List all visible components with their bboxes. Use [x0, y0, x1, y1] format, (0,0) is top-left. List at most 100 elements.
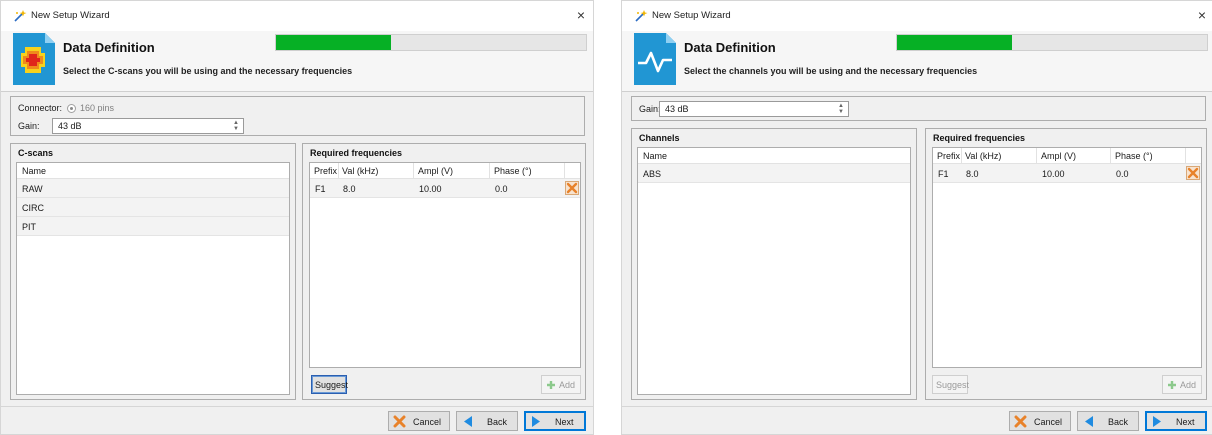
frequencies-panel-title: Required frequencies: [933, 133, 1026, 143]
back-button[interactable]: Back: [456, 411, 518, 431]
back-arrow-icon: [464, 416, 472, 427]
frequencies-table[interactable]: Prefix Val (kHz) Ampl (V) Phase (°) F1 8…: [932, 147, 1202, 368]
settings-group: Connector: 160 pins Gain: 43 dB ▲ ▼: [10, 96, 585, 136]
delete-x-icon: [1187, 167, 1199, 179]
table-header: Prefix Val (kHz) Ampl (V) Phase (°): [310, 163, 580, 179]
next-label: Next: [555, 417, 574, 427]
prefix-cell: F1: [938, 169, 949, 179]
next-button[interactable]: Next: [524, 411, 586, 431]
table-row[interactable]: F1 8.0 10.00 0.0: [933, 164, 1201, 183]
list-header: Name: [638, 148, 910, 164]
frequencies-panel: Required frequencies Prefix Val (kHz) Am…: [925, 128, 1207, 400]
list-item-label: CIRC: [22, 203, 44, 213]
phase-column-header: Phase (°): [494, 166, 532, 176]
wizard-body: Connector: 160 pins Gain: 43 dB ▲ ▼ C-sca…: [1, 92, 593, 406]
spin-arrows-icon[interactable]: ▲ ▼: [233, 120, 239, 132]
wizard-header: Data Definition Select the C-scans you w…: [1, 31, 593, 91]
title-bar: New Setup Wizard ×: [622, 1, 1212, 31]
delete-x-icon: [566, 182, 578, 194]
gain-label: Gain:: [639, 104, 661, 114]
wizard-header: Data Definition Select the channels you …: [622, 31, 1212, 91]
table-header: Prefix Val (kHz) Ampl (V) Phase (°): [933, 148, 1201, 164]
list-item[interactable]: ABS: [638, 164, 910, 183]
close-icon[interactable]: ×: [577, 7, 585, 23]
cancel-x-icon: [1014, 415, 1027, 428]
frequencies-table[interactable]: Prefix Val (kHz) Ampl (V) Phase (°) F1 8…: [309, 162, 581, 368]
ampl-column-header: Ampl (V): [1041, 151, 1077, 161]
list-item[interactable]: RAW: [17, 179, 289, 198]
frequencies-panel-title: Required frequencies: [310, 148, 403, 158]
gain-value: 43 dB: [665, 104, 689, 114]
suggest-label: Suggest: [315, 380, 349, 390]
gain-spinbox[interactable]: 43 dB ▲ ▼: [659, 101, 849, 117]
wizard-progress-bar: [275, 34, 587, 51]
prefix-cell: F1: [315, 184, 326, 194]
channels-panel: Channels Name ABS: [631, 128, 917, 400]
val-cell[interactable]: 8.0: [966, 169, 979, 179]
ampl-cell[interactable]: 10.00: [1042, 169, 1065, 179]
settings-group: Gain: 43 dB ▲ ▼: [631, 96, 1206, 121]
cancel-button[interactable]: Cancel: [1009, 411, 1071, 431]
next-arrow-icon: [532, 416, 540, 427]
list-header: Name: [17, 163, 289, 179]
gain-value: 43 dB: [58, 121, 82, 131]
page-subtitle: Select the channels you will be using an…: [684, 66, 978, 76]
connector-value: 160 pins: [80, 103, 115, 113]
cscan-heatmap-icon: [13, 33, 55, 85]
back-button[interactable]: Back: [1077, 411, 1139, 431]
ampl-column-header: Ampl (V): [418, 166, 454, 176]
phase-cell[interactable]: 0.0: [1116, 169, 1129, 179]
connector-label: Connector:: [18, 103, 63, 113]
list-item[interactable]: CIRC: [17, 198, 289, 217]
wizard-body: Gain: 43 dB ▲ ▼ Channels Name ABS Require…: [622, 92, 1212, 406]
ampl-cell[interactable]: 10.00: [419, 184, 442, 194]
back-label: Back: [487, 417, 508, 427]
phase-cell[interactable]: 0.0: [495, 184, 508, 194]
name-column-header: Name: [643, 151, 668, 161]
close-icon[interactable]: ×: [1198, 7, 1206, 23]
delete-row-button[interactable]: [1186, 166, 1200, 180]
cscans-panel: C-scans Name RAW CIRC PIT: [10, 143, 296, 400]
cscans-list[interactable]: Name RAW CIRC PIT: [16, 162, 290, 395]
gain-label: Gain:: [18, 121, 40, 131]
signal-document-icon: [634, 33, 676, 85]
progress-fill: [897, 35, 1012, 50]
channels-list[interactable]: Name ABS: [637, 147, 911, 395]
frequencies-panel: Required frequencies Prefix Val (kHz) Am…: [302, 143, 586, 400]
back-arrow-icon: [1085, 416, 1093, 427]
delete-row-button[interactable]: [565, 181, 579, 195]
progress-fill: [276, 35, 391, 50]
gain-spinbox[interactable]: 43 dB ▲ ▼: [52, 118, 244, 134]
table-row[interactable]: F1 8.0 10.00 0.0: [310, 179, 580, 198]
channels-panel-title: Channels: [639, 133, 680, 143]
page-title: Data Definition: [684, 40, 776, 55]
cscans-panel-title: C-scans: [18, 148, 54, 158]
add-button[interactable]: Add: [541, 375, 581, 394]
wizard-wand-icon: [14, 10, 27, 22]
phase-column-header: Phase (°): [1115, 151, 1153, 161]
page-subtitle: Select the C-scans you will be using and…: [63, 66, 353, 76]
add-label: Add: [1180, 380, 1197, 390]
wizard-progress-bar: [896, 34, 1208, 51]
next-arrow-icon: [1153, 416, 1161, 427]
spin-arrows-icon[interactable]: ▲ ▼: [838, 103, 844, 115]
plus-icon: [547, 381, 555, 389]
list-item[interactable]: PIT: [17, 217, 289, 236]
prefix-column-header: Prefix: [937, 151, 961, 161]
val-cell[interactable]: 8.0: [343, 184, 356, 194]
cancel-button[interactable]: Cancel: [388, 411, 450, 431]
plus-icon: [1168, 381, 1176, 389]
page-title: Data Definition: [63, 40, 155, 55]
wizard-footer: Cancel Back Next: [622, 406, 1212, 434]
wizard-window-channels: New Setup Wizard × Data Definition Selec…: [621, 0, 1212, 435]
prefix-column-header: Prefix: [314, 166, 338, 176]
add-button[interactable]: Add: [1162, 375, 1202, 394]
suggest-label: Suggest: [936, 380, 970, 390]
list-item-label: RAW: [22, 184, 43, 194]
suggest-button[interactable]: Suggest: [311, 375, 349, 394]
cancel-label: Cancel: [1034, 417, 1063, 427]
wizard-footer: Cancel Back Next: [1, 406, 593, 434]
suggest-button[interactable]: Suggest: [932, 375, 970, 394]
window-title: New Setup Wizard: [31, 10, 110, 21]
next-button[interactable]: Next: [1145, 411, 1207, 431]
